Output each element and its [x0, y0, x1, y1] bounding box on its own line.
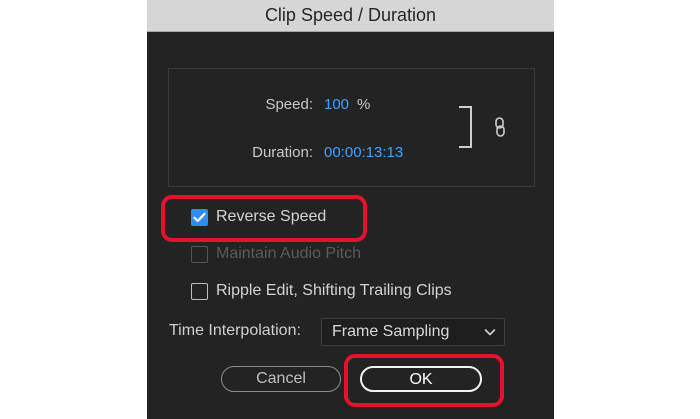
- ripple-edit-label: Ripple Edit, Shifting Trailing Clips: [216, 282, 452, 299]
- cancel-button[interactable]: Cancel: [221, 366, 341, 392]
- reverse-speed-highlight: [161, 195, 367, 242]
- maintain-audio-pitch-checkbox: [191, 245, 208, 263]
- ripple-edit-option[interactable]: Ripple Edit, Shifting Trailing Clips: [191, 280, 452, 302]
- ok-button-highlight: [344, 354, 504, 407]
- time-interpolation-value: Frame Sampling: [332, 323, 450, 340]
- maintain-audio-pitch-label: Maintain Audio Pitch: [216, 245, 361, 262]
- clip-speed-dialog: Clip Speed / Duration Speed: 100 % Durat…: [147, 0, 554, 419]
- duration-label: Duration:: [252, 144, 313, 161]
- maintain-audio-pitch-option: Maintain Audio Pitch: [191, 243, 361, 265]
- time-interpolation-select[interactable]: Frame Sampling: [321, 318, 505, 346]
- speed-label: Speed:: [265, 96, 313, 113]
- ripple-edit-checkbox[interactable]: [191, 282, 208, 300]
- duration-value[interactable]: 00:00:13:13: [324, 144, 403, 161]
- link-bracket: [459, 106, 472, 148]
- speed-unit: %: [357, 96, 371, 113]
- speed-duration-panel: [168, 68, 535, 187]
- dialog-title: Clip Speed / Duration: [147, 0, 554, 32]
- chevron-down-icon: [484, 329, 496, 336]
- speed-value[interactable]: 100: [324, 96, 349, 113]
- link-icon[interactable]: [492, 117, 508, 137]
- time-interpolation-label: Time Interpolation:: [169, 322, 301, 339]
